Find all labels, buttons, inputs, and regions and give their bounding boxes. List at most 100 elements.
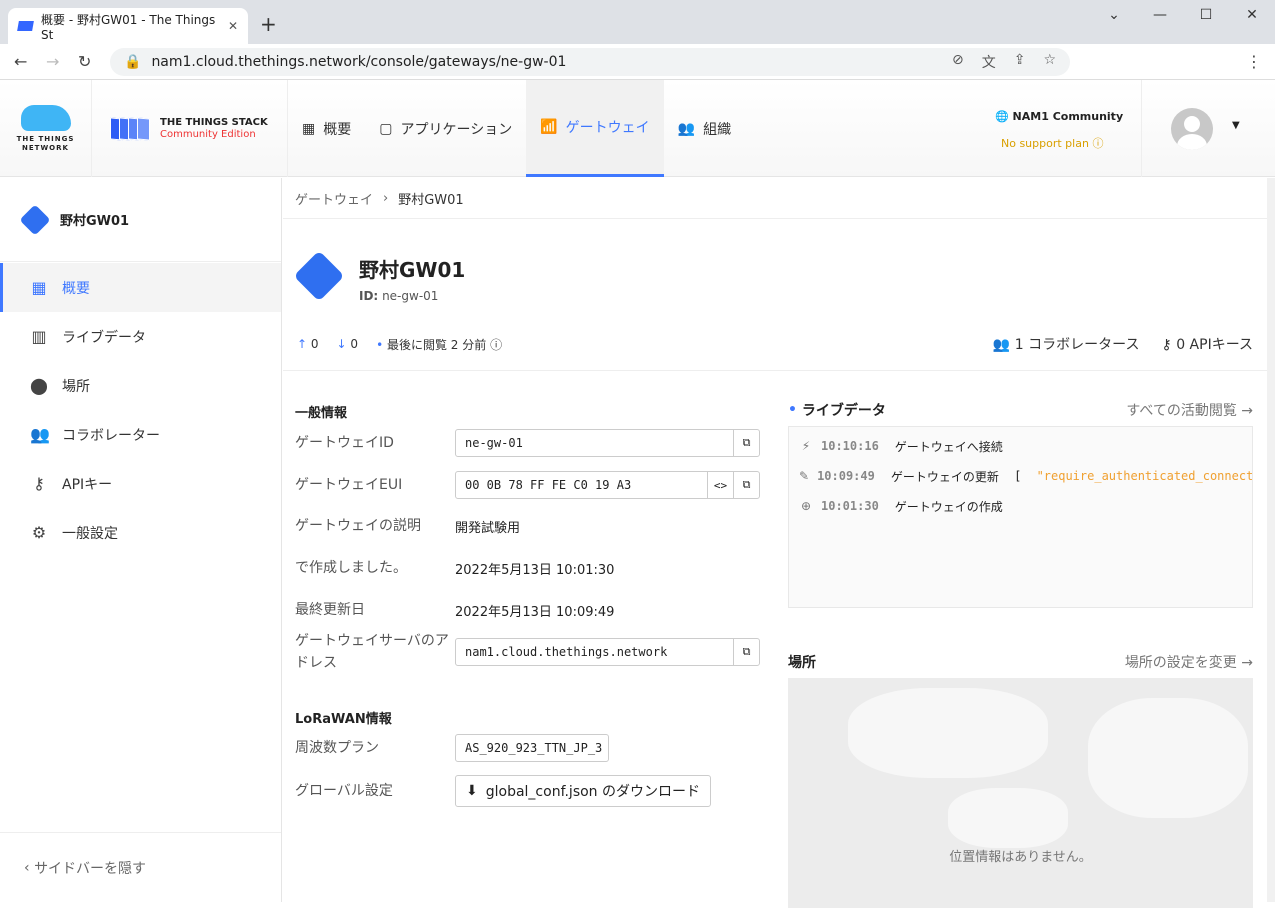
user-menu[interactable]: ▼ bbox=[1141, 80, 1275, 177]
location-panel: 場所 場所の設定を変更 → 位置情報はありません。 bbox=[788, 650, 1253, 908]
main-content: ゲートウェイ › 野村GW01 野村GW01 ID: ne-gw-01 ↑ 0 ↓ 0… bbox=[283, 178, 1267, 908]
tab-title: 概要 - 野村GW01 - The Things St bbox=[41, 12, 216, 42]
help-icon: ⓘ bbox=[1092, 137, 1104, 150]
key-icon: ⚷ bbox=[33, 474, 45, 493]
sidebar-item-api-keys[interactable]: ⚷ APIキー bbox=[0, 459, 281, 508]
chevron-left-icon: ‹ bbox=[24, 859, 30, 876]
general-info-heading: 一般情報 bbox=[295, 406, 348, 421]
sidebar-item-overview[interactable]: ▦ 概要 bbox=[0, 263, 281, 312]
sidebar-gateway-name: 野村GW01 bbox=[60, 214, 130, 229]
code-toggle-icon[interactable]: <> bbox=[707, 472, 733, 498]
downlink-icon: ↓ bbox=[336, 337, 347, 351]
updated-at: 2022年5月13日 10:09:49 bbox=[455, 604, 615, 620]
reload-icon[interactable]: ↻ bbox=[78, 52, 91, 71]
star-icon[interactable]: ☆ bbox=[1043, 52, 1056, 72]
back-icon[interactable]: ← bbox=[14, 52, 27, 71]
copy-icon[interactable]: ⧉ bbox=[733, 472, 759, 498]
browser-tab[interactable]: 概要 - 野村GW01 - The Things St ✕ bbox=[8, 8, 248, 44]
ttn-logo[interactable]: THE THINGS NETWORK bbox=[0, 80, 92, 177]
organization-icon: 👥 bbox=[677, 120, 696, 137]
created-at: 2022年5月13日 10:01:30 bbox=[455, 562, 615, 578]
lorawan-heading: LoRaWAN情報 bbox=[295, 712, 392, 727]
gateway-id: ne-gw-01 bbox=[382, 289, 439, 303]
minimize-button[interactable]: — bbox=[1137, 0, 1183, 30]
plus-circle-icon: ⊕ bbox=[800, 499, 812, 513]
gateway-description: 開発試験用 bbox=[455, 520, 521, 536]
support-plan[interactable]: No support plan ⓘ bbox=[1001, 135, 1103, 151]
uplink-count: 0 bbox=[310, 337, 319, 351]
globe-icon: 🌐 bbox=[995, 110, 1009, 123]
gateway-eui-field[interactable]: 00 0B 78 FF FE C0 19 A3 <> ⧉ bbox=[455, 471, 760, 499]
download-global-conf-button[interactable]: ⬇ global_conf.json のダウンロード bbox=[455, 775, 711, 807]
dashboard-icon: ▦ bbox=[31, 278, 47, 297]
application-icon: ▢ bbox=[379, 120, 393, 137]
browser-tabbar: 概要 - 野村GW01 - The Things St ✕ + ⌄ — ☐ ✕ bbox=[0, 0, 1275, 44]
forward-icon[interactable]: → bbox=[46, 52, 59, 71]
sidebar-item-location[interactable]: ⬤ 場所 bbox=[0, 361, 281, 410]
map[interactable]: 位置情報はありません。 bbox=[788, 678, 1253, 908]
sidebar-item-collaborators[interactable]: 👥 コラボレーター bbox=[0, 410, 281, 459]
gateway-icon bbox=[19, 203, 51, 236]
downlink-count: 0 bbox=[350, 337, 359, 351]
avatar[interactable] bbox=[1171, 108, 1213, 150]
lock-icon: 🔒 bbox=[124, 54, 142, 70]
menu-icon[interactable]: ⋮ bbox=[1246, 52, 1262, 71]
sidebar-item-live-data[interactable]: ▥ ライブデータ bbox=[0, 312, 281, 361]
url-text: nam1.cloud.thethings.network/console/gat… bbox=[151, 54, 567, 70]
translate-icon[interactable]: 文 bbox=[982, 52, 996, 72]
no-location-message: 位置情報はありません。 bbox=[949, 850, 1092, 865]
nav-applications[interactable]: ▢ アプリケーション bbox=[365, 80, 526, 177]
chevron-down-icon: ▼ bbox=[1232, 120, 1240, 131]
stack-logo[interactable]: THE THINGS STACK Community Edition bbox=[92, 80, 288, 177]
copy-icon[interactable]: ⧉ bbox=[733, 639, 759, 665]
gateway-icon: 📶 bbox=[540, 119, 558, 135]
dropdown-icon[interactable]: ⌄ bbox=[1091, 0, 1137, 30]
breadcrumb-gateways[interactable]: ゲートウェイ bbox=[295, 189, 373, 208]
event-row[interactable]: ✎ 10:09:49 ゲートウェイの更新 [ "require_authentica… bbox=[789, 461, 1252, 491]
gear-icon: ⚙ bbox=[31, 523, 47, 542]
page-title: 野村GW01 bbox=[359, 258, 466, 282]
app-header: THE THINGS NETWORK THE THINGS STACK Commu… bbox=[0, 80, 1275, 177]
live-data-panel: • ライブデータ すべての活動閲覧 → ⚡ 10:10:16 ゲートウェイへ接続 ✎ 1… bbox=[788, 398, 1253, 608]
gateway-icon bbox=[293, 250, 345, 302]
breadcrumb-current: 野村GW01 bbox=[398, 192, 464, 208]
people-icon: 👥 bbox=[30, 425, 50, 444]
change-location-link[interactable]: 場所の設定を変更 → bbox=[1125, 652, 1253, 672]
blocked-icon[interactable]: ⊘ bbox=[952, 52, 964, 72]
view-all-activity-link[interactable]: すべての活動閲覧 → bbox=[1126, 400, 1253, 420]
breadcrumb: ゲートウェイ › 野村GW01 bbox=[283, 178, 1267, 219]
gateway-id-field[interactable]: ne-gw-01 ⧉ bbox=[455, 429, 760, 457]
nav-organizations[interactable]: 👥 組織 bbox=[664, 80, 745, 177]
pencil-icon: ✎ bbox=[799, 469, 810, 483]
help-icon: ⓘ bbox=[490, 337, 503, 352]
scrollbar[interactable] bbox=[1267, 178, 1275, 902]
nav-gateways[interactable]: 📶 ゲートウェイ bbox=[526, 80, 664, 177]
sidebar-item-settings[interactable]: ⚙ 一般設定 bbox=[0, 508, 281, 557]
frequency-plan-field: AS_920_923_TTN_JP_3 bbox=[455, 734, 609, 762]
bolt-icon: ⚡ bbox=[801, 439, 811, 453]
collaborators-link[interactable]: 👥 1 コラボレータース bbox=[993, 334, 1140, 354]
uplink-icon: ↑ bbox=[297, 337, 308, 351]
api-keys-link[interactable]: ⚷ 0 APIキース bbox=[1161, 334, 1253, 354]
share-icon[interactable]: ⇪ bbox=[1014, 52, 1026, 72]
url-bar[interactable]: 🔒 nam1.cloud.thethings.network/console/ga… bbox=[110, 48, 1070, 76]
maximize-button[interactable]: ☐ bbox=[1183, 0, 1229, 30]
download-icon: ⬇ bbox=[466, 783, 478, 799]
cluster-name[interactable]: 🌐 NAM1 Community bbox=[995, 110, 1123, 123]
last-seen: 最後に閲覧 2 分前 bbox=[386, 337, 487, 352]
new-tab-button[interactable]: + bbox=[260, 12, 277, 36]
address-bar-row: ← → ↻ 🔒 nam1.cloud.thethings.network/cons… bbox=[0, 44, 1275, 80]
close-tab-icon[interactable]: ✕ bbox=[228, 19, 238, 33]
copy-icon[interactable]: ⧉ bbox=[733, 430, 759, 456]
chart-icon: ▥ bbox=[31, 327, 47, 346]
server-address-field[interactable]: nam1.cloud.thethings.network ⧉ bbox=[455, 638, 760, 666]
dashboard-icon: ▦ bbox=[302, 120, 316, 137]
event-row[interactable]: ⊕ 10:01:30 ゲートウェイの作成 bbox=[789, 491, 1252, 521]
hide-sidebar-button[interactable]: ‹ サイドバーを隠す bbox=[0, 832, 281, 902]
nav-overview[interactable]: ▦ 概要 bbox=[288, 80, 365, 177]
favicon-icon bbox=[17, 21, 34, 31]
event-row[interactable]: ⚡ 10:10:16 ゲートウェイへ接続 bbox=[789, 431, 1252, 461]
close-window-button[interactable]: ✕ bbox=[1229, 0, 1275, 30]
sidebar: 野村GW01 ▦ 概要 ▥ ライブデータ ⬤ 場所 👥 コラボレーター ⚷ APIキー ⚙… bbox=[0, 178, 282, 902]
location-pin-icon: ⬤ bbox=[30, 376, 48, 395]
